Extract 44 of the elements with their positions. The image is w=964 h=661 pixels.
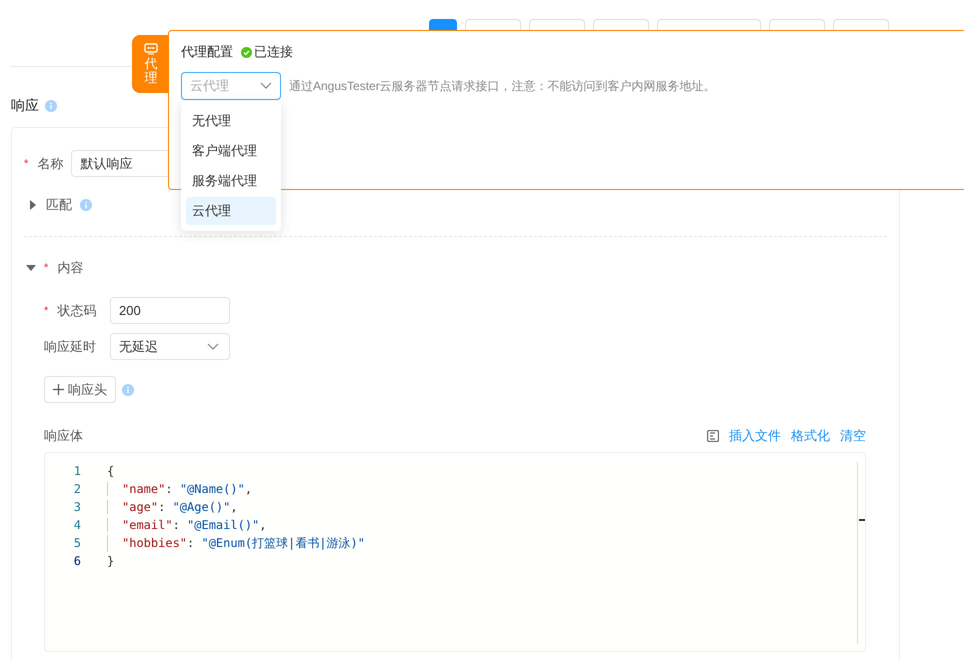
required-mark: * (24, 158, 28, 170)
panel-title: 代理配置 (181, 43, 233, 61)
field-label: 响应延时 (44, 338, 97, 356)
section-label: 匹配 (46, 196, 72, 214)
line-number: 1 (72, 464, 81, 478)
status-code-field[interactable]: 200 (110, 297, 230, 324)
code-line: "hobbies": "@Enum(打篮球|看书|游泳)" (107, 534, 365, 552)
menu-option[interactable]: 客户端代理 (186, 137, 276, 165)
add-header-button[interactable]: 响应头 (44, 376, 116, 403)
field-label: 响应体 (44, 427, 83, 445)
router-icon (144, 43, 158, 55)
line-number: 3 (72, 500, 81, 514)
proxy-hint: 通过AngusTester云服务器节点请求接口，注意：不能访问到客户内网服务地址。 (289, 78, 716, 94)
section-label: 内容 (57, 259, 84, 277)
code-editor[interactable]: 1 { 2 "name": "@Name()", 3 "age": "@Age()", 4 "email": "@Email()", 5 "hobbies": "@Enum(打篮球|看书|游泳)" 6 } (44, 452, 866, 652)
info-icon (45, 100, 57, 112)
code-line: { (107, 464, 114, 478)
line-number: 4 (72, 518, 81, 532)
toolbar-button[interactable] (429, 19, 457, 30)
info-icon (80, 199, 92, 211)
section-title: 响应 (11, 97, 39, 115)
code-line: "name": "@Name()", (107, 482, 252, 496)
code-line: "age": "@Age()", (107, 500, 238, 514)
line-number: 5 (72, 536, 81, 550)
caret-right-icon[interactable] (28, 200, 38, 210)
scroll-marker (859, 519, 865, 521)
info-icon (122, 384, 134, 396)
code-line: } (107, 554, 114, 568)
field-label: 状态码 (57, 302, 96, 320)
menu-option[interactable]: 无代理 (186, 107, 276, 135)
line-number: 6 (72, 554, 81, 568)
chevron-down-icon (260, 82, 272, 90)
line-number: 2 (72, 482, 81, 496)
required-mark: * (44, 262, 48, 274)
field-label: 名称 (37, 154, 64, 172)
caret-down-icon[interactable] (26, 263, 36, 273)
menu-option[interactable]: 服务端代理 (186, 167, 276, 195)
required-mark: * (44, 304, 48, 316)
plus-icon (53, 384, 64, 395)
delay-select[interactable]: 无延迟 (110, 333, 230, 360)
menu-option[interactable]: 云代理 (186, 197, 276, 225)
code-line: "email": "@Email()", (107, 518, 267, 532)
connection-status: 已连接 (254, 43, 293, 61)
chevron-down-icon (207, 342, 219, 350)
